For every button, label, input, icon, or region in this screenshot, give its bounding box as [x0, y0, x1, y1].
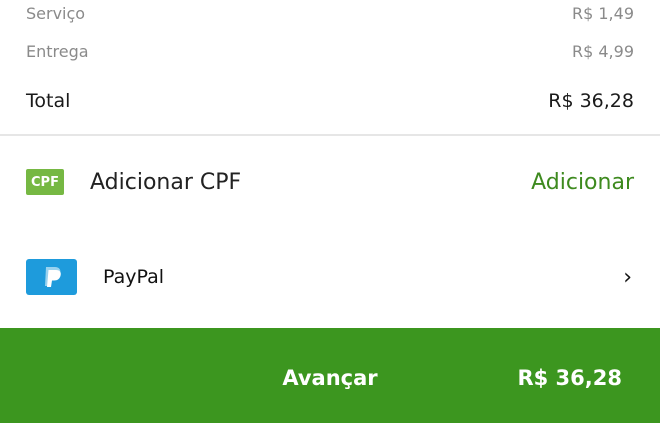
delivery-label: Entrega — [26, 41, 89, 61]
next-button-price: R$ 36,28 — [517, 366, 622, 390]
next-button[interactable]: Avançar R$ 36,28 — [0, 328, 660, 423]
section-divider — [0, 134, 660, 136]
add-cpf-label: Adicionar CPF — [90, 169, 242, 195]
delivery-value: R$ 4,99 — [571, 41, 634, 61]
service-label: Serviço — [26, 3, 86, 23]
chevron-right-icon: › — [623, 264, 632, 290]
total-label: Total — [26, 90, 71, 112]
payment-method-label: PayPal — [103, 266, 165, 288]
total-value: R$ 36,28 — [548, 90, 634, 112]
service-row: Serviço R$ 1,49 — [26, 0, 634, 26]
paypal-icon — [26, 259, 77, 295]
total-row: Total R$ 36,28 — [26, 86, 634, 116]
payment-method-row[interactable]: PayPal › — [26, 255, 634, 299]
service-value: R$ 1,49 — [571, 3, 634, 23]
delivery-row: Entrega R$ 4,99 — [26, 38, 634, 64]
cpf-badge-icon: CPF — [26, 169, 64, 195]
add-cpf-button[interactable]: Adicionar — [531, 170, 634, 195]
add-cpf-row[interactable]: CPF Adicionar CPF Adicionar — [26, 160, 634, 204]
